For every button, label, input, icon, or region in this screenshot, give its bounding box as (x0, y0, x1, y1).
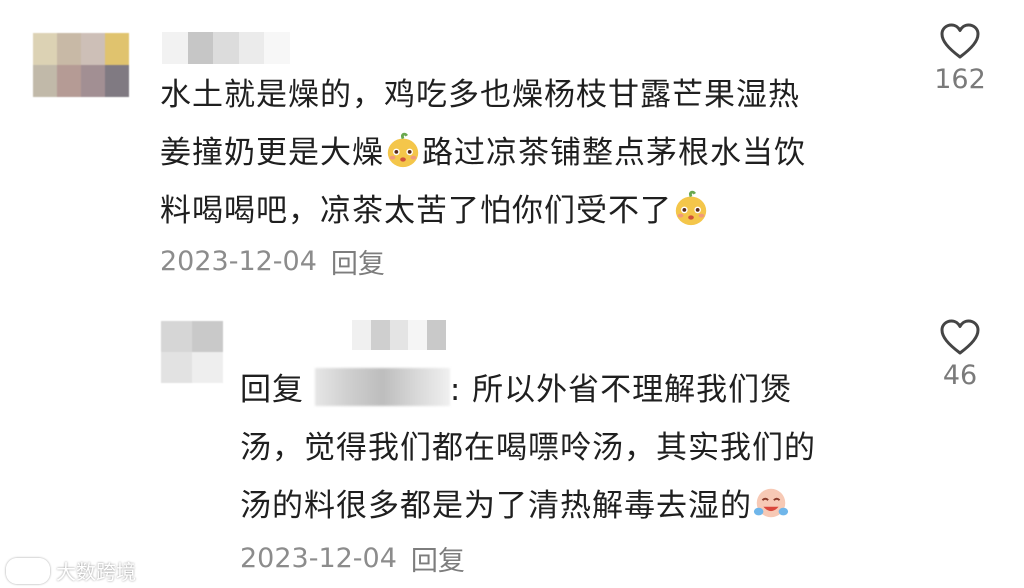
name-pixel (389, 320, 409, 350)
avatar-pixel (57, 65, 81, 97)
comment-line: 料喝喝吧，凉茶太苦了怕你们受不了 (160, 182, 806, 240)
avatar-pixel (105, 65, 129, 97)
like-count: 162 (934, 64, 986, 95)
name-pixel (370, 320, 390, 350)
comment-meta: 2023-12-04 回复 (240, 539, 465, 578)
reply-button[interactable]: 回复 (331, 242, 385, 281)
comment-meta: 2023-12-04 回复 (160, 242, 385, 281)
comment-date: 2023-12-04 (160, 246, 317, 277)
avatar[interactable] (161, 321, 223, 383)
comment-line: 回复 : 所以外省不理解我们煲 (240, 361, 816, 419)
mango-face-emoji (675, 190, 707, 226)
name-pixel (162, 32, 188, 64)
avatar-pixel (161, 352, 192, 383)
comment-date: 2023-12-04 (240, 543, 397, 574)
comment-line: 汤的料很多都是为了清热解毒去湿的 (240, 477, 816, 535)
comment-line: 水土就是燥的，鸡吃多也燥杨枝甘露芒果湿热 (160, 77, 800, 113)
watermark: 大数跨境 (6, 556, 136, 585)
avatar-pixel (192, 321, 223, 352)
comment-line: 汤，觉得我们都在喝嘌呤汤，其实我们的 (240, 430, 816, 466)
mentioned-user-blurred[interactable] (314, 368, 450, 406)
avatar-pixel (33, 33, 57, 65)
name-pixel (352, 320, 371, 350)
name-pixel (408, 320, 428, 350)
avatar-pixel (161, 321, 192, 352)
crying-laughing-emoji (753, 488, 789, 518)
heart-outline-icon (940, 23, 980, 59)
name-pixel (187, 32, 214, 64)
avatar-pixel (105, 33, 129, 65)
comment-line: 姜撞奶更是大燥 路过凉茶铺整点茅根水当饮 (160, 124, 806, 182)
avatar-pixel (81, 65, 105, 97)
name-pixel (213, 32, 239, 64)
reply-prefix: 回复 (240, 372, 304, 408)
watermark-logo-icon (6, 557, 50, 584)
avatar-pixel (81, 33, 105, 65)
reply-text: 回复 : 所以外省不理解我们煲 汤，觉得我们都在喝嘌呤汤，其实我们的 汤的料很多… (240, 361, 816, 535)
avatar[interactable] (33, 33, 129, 97)
username-blurred[interactable] (162, 32, 290, 64)
name-pixel (427, 320, 446, 350)
avatar-pixel (33, 65, 57, 97)
like-button[interactable]: 162 (915, 22, 1005, 95)
like-count: 46 (942, 360, 978, 391)
username-blurred[interactable] (352, 320, 446, 350)
comment-text: 水土就是燥的，鸡吃多也燥杨枝甘露芒果湿热 姜撞奶更是大燥 路过凉茶铺整点茅根水当… (160, 66, 806, 240)
mango-face-emoji (387, 132, 419, 168)
name-pixel (238, 32, 265, 64)
avatar-pixel (192, 352, 223, 383)
heart-outline-icon (940, 319, 980, 355)
avatar-pixel (57, 33, 81, 65)
like-button[interactable]: 46 (915, 318, 1005, 391)
watermark-text: 大数跨境 (56, 560, 136, 584)
reply-button[interactable]: 回复 (411, 539, 465, 578)
name-pixel (264, 32, 290, 64)
